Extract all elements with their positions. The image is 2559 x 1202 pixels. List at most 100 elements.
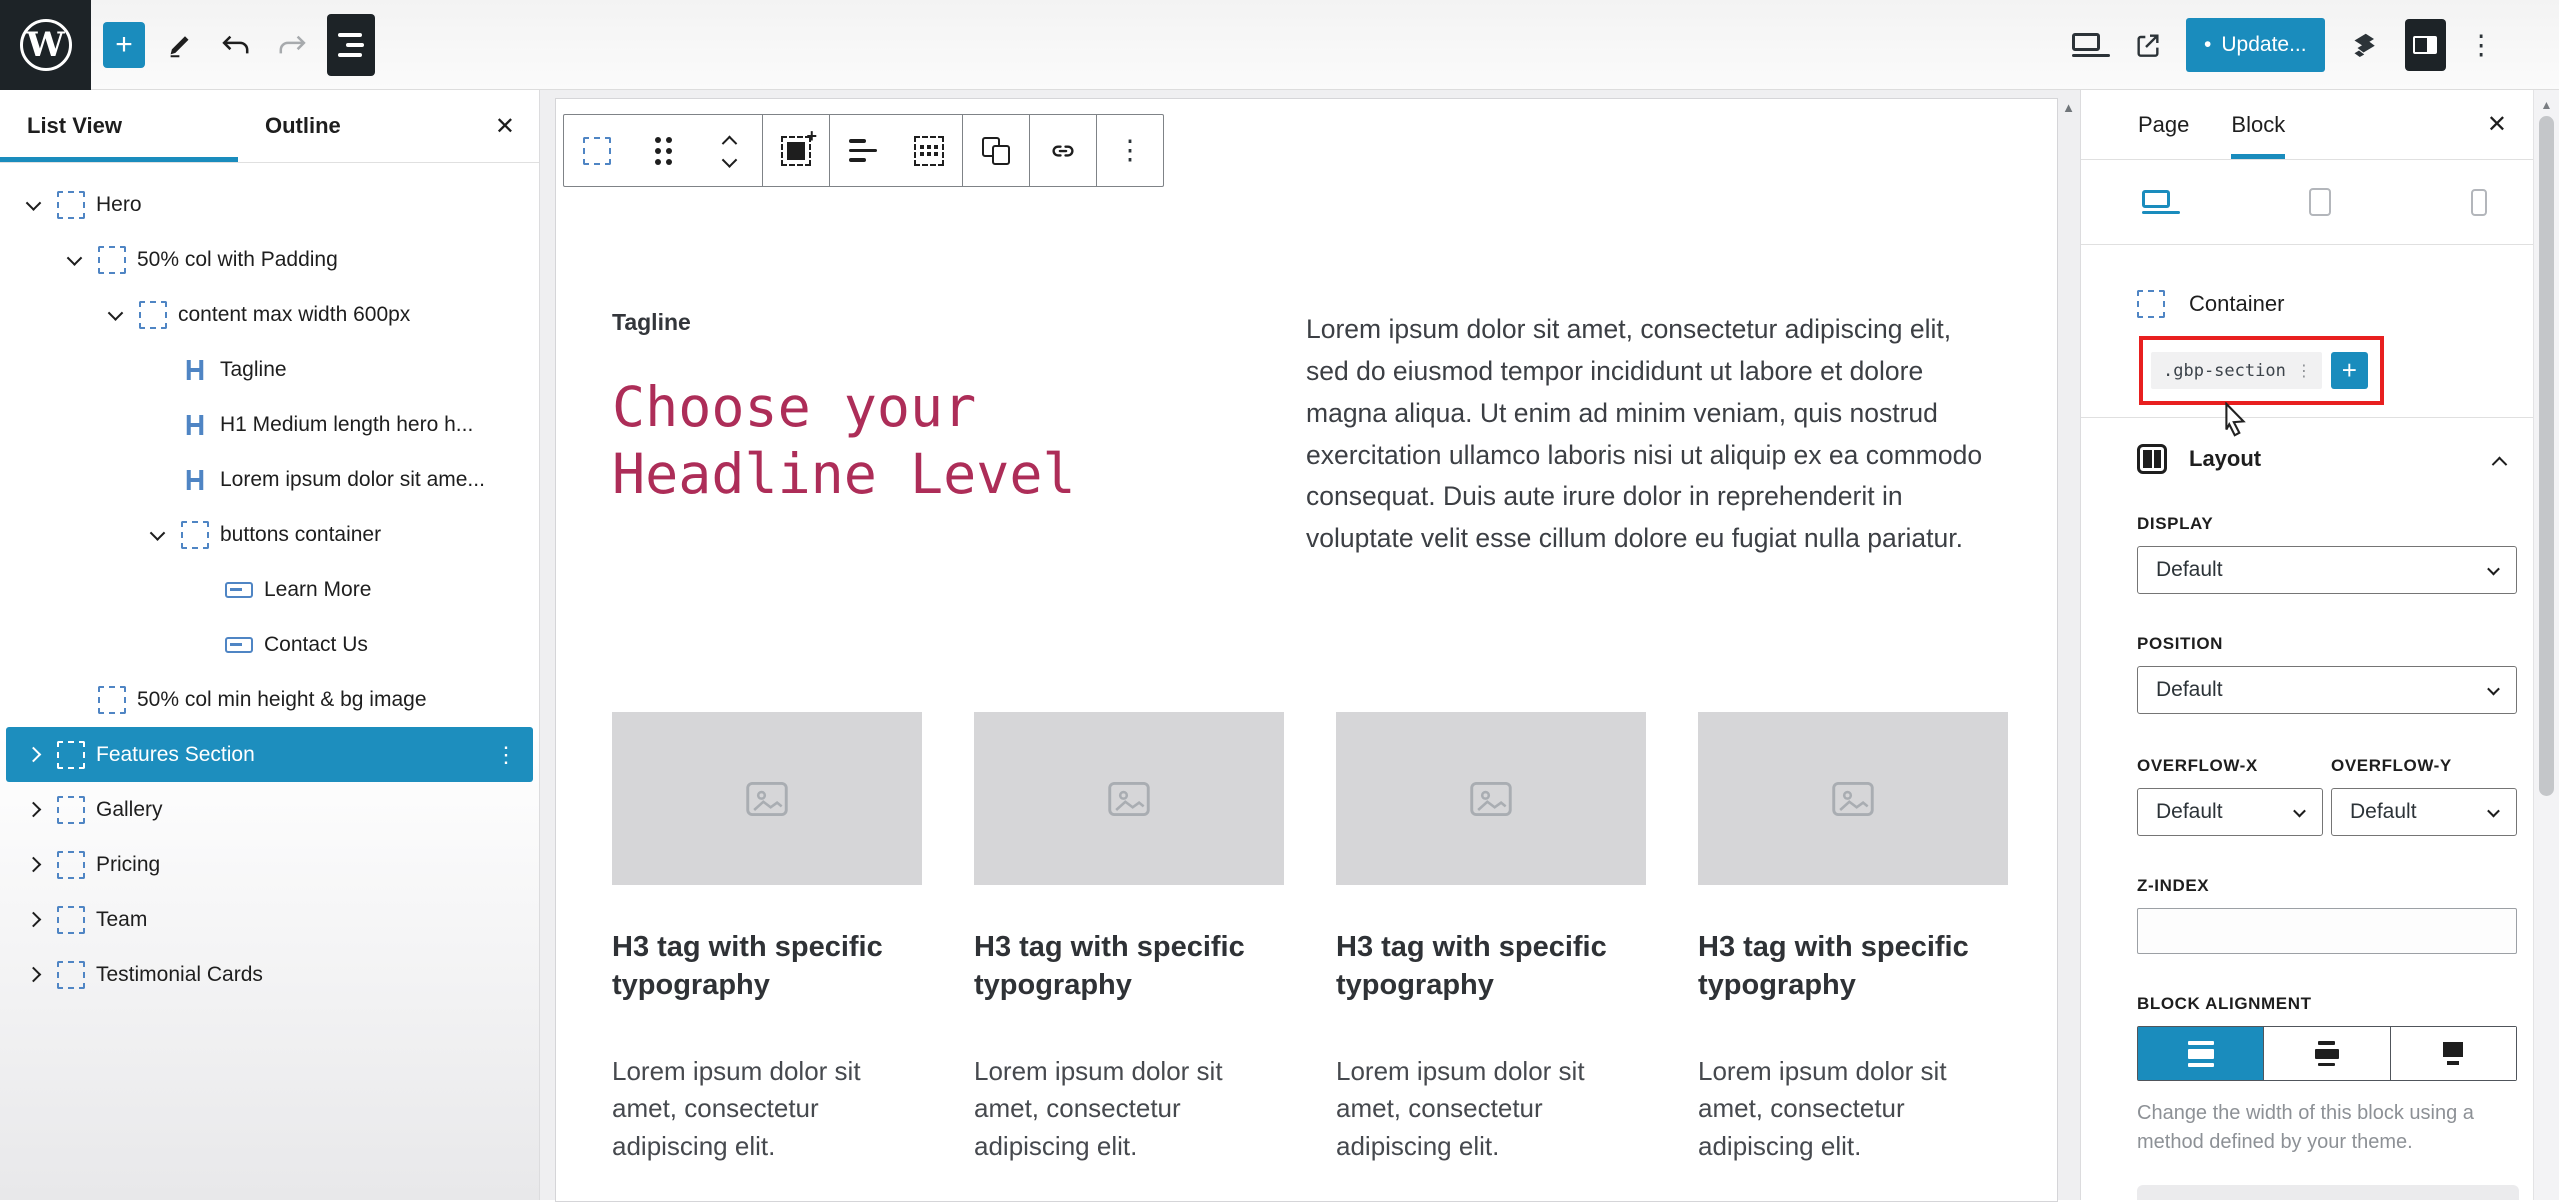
- tagline-text[interactable]: Tagline: [612, 309, 1172, 336]
- css-class-chip[interactable]: .gbp-section ⋮: [2151, 352, 2322, 389]
- scrollbar-thumb[interactable]: [2539, 116, 2554, 796]
- tree-item-h1-hero[interactable]: H1 Medium length hero h...: [0, 397, 539, 452]
- device-desktop-button[interactable]: [2081, 160, 2240, 244]
- block-mover[interactable]: [696, 115, 762, 186]
- tree-item-learn-more[interactable]: Learn More: [0, 562, 539, 617]
- chevron-down-icon[interactable]: [25, 195, 41, 211]
- card-body[interactable]: Lorem ipsum dolor sit amet, consectetur …: [612, 1053, 922, 1166]
- tree-item-50-col-padding[interactable]: 50% col with Padding: [0, 232, 539, 287]
- select-parent-block-button[interactable]: +: [763, 115, 829, 186]
- update-button[interactable]: • Update...: [2186, 18, 2325, 72]
- preview-device-button[interactable]: [2072, 33, 2110, 57]
- align-full-width-button[interactable]: [2138, 1027, 2264, 1080]
- feature-card[interactable]: H3 tag with specific typography Lorem ip…: [974, 712, 1284, 1165]
- tree-item-features-section[interactable]: Features Section ⋮: [6, 727, 533, 782]
- block-inserter-button[interactable]: +: [103, 22, 145, 68]
- chevron-right-icon[interactable]: [25, 802, 41, 818]
- tree-item-content-max-width[interactable]: content max width 600px: [0, 287, 539, 342]
- tree-item-lorem-text[interactable]: Lorem ipsum dolor sit ame...: [0, 452, 539, 507]
- tab-page[interactable]: Page: [2138, 90, 2189, 159]
- tree-item-pricing[interactable]: Pricing: [0, 837, 539, 892]
- chevron-right-icon[interactable]: [25, 912, 41, 928]
- move-up-icon[interactable]: [721, 135, 737, 151]
- canvas-scroll-up-icon[interactable]: ▲: [2062, 100, 2075, 115]
- add-css-class-button[interactable]: +: [2331, 352, 2368, 389]
- display-select[interactable]: Default: [2137, 546, 2517, 594]
- chevron-down-icon: [2487, 804, 2500, 817]
- chevron-down-icon[interactable]: [107, 305, 123, 321]
- tab-outline[interactable]: Outline: [238, 90, 476, 162]
- image-icon: [1107, 780, 1151, 818]
- chevron-right-icon[interactable]: [25, 967, 41, 983]
- feature-card[interactable]: H3 tag with specific typography Lorem ip…: [612, 712, 922, 1165]
- drag-handle[interactable]: [630, 115, 696, 186]
- image-placeholder[interactable]: [1336, 712, 1646, 885]
- tree-item-label: H1 Medium length hero h...: [220, 413, 473, 437]
- overflow-y-select[interactable]: Default: [2331, 788, 2517, 836]
- card-title[interactable]: H3 tag with specific typography: [612, 929, 922, 1004]
- view-post-external-link-button[interactable]: [2132, 29, 2164, 61]
- flex-child-panel-header[interactable]: Flex Child: [2137, 1185, 2519, 1200]
- block-options-button[interactable]: ⋮: [1097, 115, 1163, 186]
- layout-panel-header[interactable]: Layout: [2137, 444, 2517, 474]
- move-down-icon[interactable]: [721, 152, 737, 168]
- overflow-x-select[interactable]: Default: [2137, 788, 2323, 836]
- feature-card[interactable]: H3 tag with specific typography Lorem ip…: [1336, 712, 1646, 1165]
- hero-headline[interactable]: Choose your Headline Level: [612, 374, 1172, 508]
- options-menu-button[interactable]: ⋮: [2468, 32, 2495, 59]
- card-title[interactable]: H3 tag with specific typography: [1698, 929, 2008, 1004]
- align-none-button[interactable]: [2391, 1027, 2516, 1080]
- tools-button[interactable]: [159, 22, 201, 68]
- tree-item-hero[interactable]: Hero: [0, 177, 539, 232]
- scroll-up-icon[interactable]: ▲: [2534, 98, 2559, 112]
- select-container-button[interactable]: [564, 115, 630, 186]
- generateblocks-plugin-icon[interactable]: [2347, 27, 2383, 63]
- image-placeholder[interactable]: [974, 712, 1284, 885]
- card-body[interactable]: Lorem ipsum dolor sit amet, consectetur …: [1698, 1053, 2008, 1166]
- tree-item-contact-us[interactable]: Contact Us: [0, 617, 539, 672]
- image-placeholder[interactable]: [612, 712, 922, 885]
- card-body[interactable]: Lorem ipsum dolor sit amet, consectetur …: [974, 1053, 1284, 1166]
- tree-item-tagline[interactable]: Tagline: [0, 342, 539, 397]
- device-tablet-button[interactable]: [2240, 160, 2399, 244]
- duplicate-button[interactable]: [963, 115, 1029, 186]
- spacing-button[interactable]: [896, 115, 962, 186]
- position-select[interactable]: Default: [2137, 666, 2517, 714]
- container-block-icon: [98, 246, 126, 274]
- chip-kebab-icon[interactable]: ⋮: [2296, 361, 2312, 380]
- align-full-icon: [2188, 1041, 2214, 1067]
- tab-list-view[interactable]: List View: [0, 90, 238, 162]
- tree-item-gallery[interactable]: Gallery: [0, 782, 539, 837]
- tree-item-team[interactable]: Team: [0, 892, 539, 947]
- image-placeholder[interactable]: [1698, 712, 2008, 885]
- settings-sidebar-toggle-button[interactable]: [2405, 19, 2446, 71]
- chevron-right-icon[interactable]: [25, 857, 41, 873]
- link-button[interactable]: [1030, 115, 1096, 186]
- alignment-button[interactable]: [830, 115, 896, 186]
- chevron-up-icon[interactable]: [2492, 457, 2508, 473]
- sidebar-scrollbar[interactable]: ▲: [2533, 90, 2559, 1200]
- card-title[interactable]: H3 tag with specific typography: [1336, 929, 1646, 1004]
- tree-item-testimonial-cards[interactable]: Testimonial Cards: [0, 947, 539, 1002]
- redo-button[interactable]: [271, 22, 313, 68]
- chevron-right-icon[interactable]: [25, 747, 41, 763]
- tree-item-buttons-container[interactable]: buttons container: [0, 507, 539, 562]
- card-body[interactable]: Lorem ipsum dolor sit amet, consectetur …: [1336, 1053, 1646, 1166]
- headline-line: Choose your: [612, 374, 1172, 441]
- tree-item-50-col-bg-image[interactable]: 50% col min height & bg image: [0, 672, 539, 727]
- chevron-down-icon[interactable]: [66, 250, 82, 266]
- undo-button[interactable]: [215, 22, 257, 68]
- chevron-down-icon[interactable]: [149, 525, 165, 541]
- tab-block[interactable]: Block: [2231, 90, 2285, 159]
- close-settings-button[interactable]: ✕: [2487, 90, 2507, 159]
- list-view-toggle-button[interactable]: [327, 14, 375, 76]
- z-index-input[interactable]: [2137, 908, 2517, 954]
- align-wide-width-button[interactable]: [2264, 1027, 2390, 1080]
- card-title[interactable]: H3 tag with specific typography: [974, 929, 1284, 1004]
- pencil-icon: [165, 30, 195, 60]
- hero-paragraph[interactable]: Lorem ipsum dolor sit amet, consectetur …: [1306, 309, 2001, 560]
- close-list-view-button[interactable]: ✕: [495, 90, 515, 162]
- wordpress-menu-button[interactable]: W: [0, 0, 91, 90]
- block-options-kebab-icon[interactable]: ⋮: [495, 742, 517, 768]
- feature-card[interactable]: H3 tag with specific typography Lorem ip…: [1698, 712, 2008, 1165]
